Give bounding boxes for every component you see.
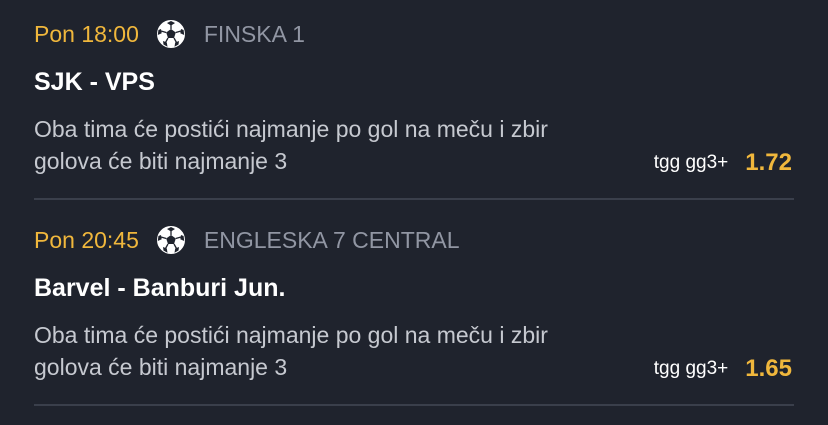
league-name: FINSKA 1	[203, 20, 305, 47]
match-name: SJK - VPS	[34, 68, 155, 96]
match-time: Pon 18:00	[34, 20, 139, 47]
league-name: ENGLESKA 7 CENTRAL	[203, 226, 460, 253]
odd-button[interactable]: tgg gg3+ 1.72	[654, 147, 792, 179]
bet-meta: Pon 20:45 ENGLESKA 7 CENTRAL	[34, 224, 460, 256]
odd-value: 1.72	[745, 149, 792, 176]
odd-value: 1.65	[745, 355, 792, 382]
bet-list: Pon 18:00 FINSKA 1 SJK - VPS Oba tima će…	[0, 0, 828, 425]
bet-item[interactable]: Pon 18:00 FINSKA 1 SJK - VPS Oba tima će…	[0, 0, 828, 206]
bet-description-line: golova će biti najmanje 3	[34, 148, 288, 174]
bet-description-line: golova će biti najmanje 3	[34, 354, 288, 380]
match-name: Barvel - Banburi Jun.	[34, 274, 286, 302]
bet-description: Oba tima će postići najmanje po gol na m…	[34, 319, 634, 383]
odd-button[interactable]: tgg gg3+ 1.65	[654, 353, 792, 385]
soccer-ball-icon	[156, 19, 186, 49]
tip-code: tgg gg3+	[653, 152, 729, 173]
divider	[34, 404, 794, 406]
bet-description-line: Oba tima će postići najmanje po gol na m…	[34, 322, 548, 348]
tip-code: tgg gg3+	[653, 358, 729, 379]
bet-description-line: Oba tima će postići najmanje po gol na m…	[34, 116, 548, 142]
bet-description: Oba tima će postići najmanje po gol na m…	[34, 113, 634, 177]
soccer-ball-icon	[156, 225, 186, 255]
divider	[34, 198, 794, 200]
bet-item[interactable]: Pon 20:45 ENGLESKA 7 CENTRAL Barvel - Ba…	[0, 206, 828, 412]
bet-meta: Pon 18:00 FINSKA 1	[34, 18, 305, 50]
match-time: Pon 20:45	[34, 226, 139, 253]
